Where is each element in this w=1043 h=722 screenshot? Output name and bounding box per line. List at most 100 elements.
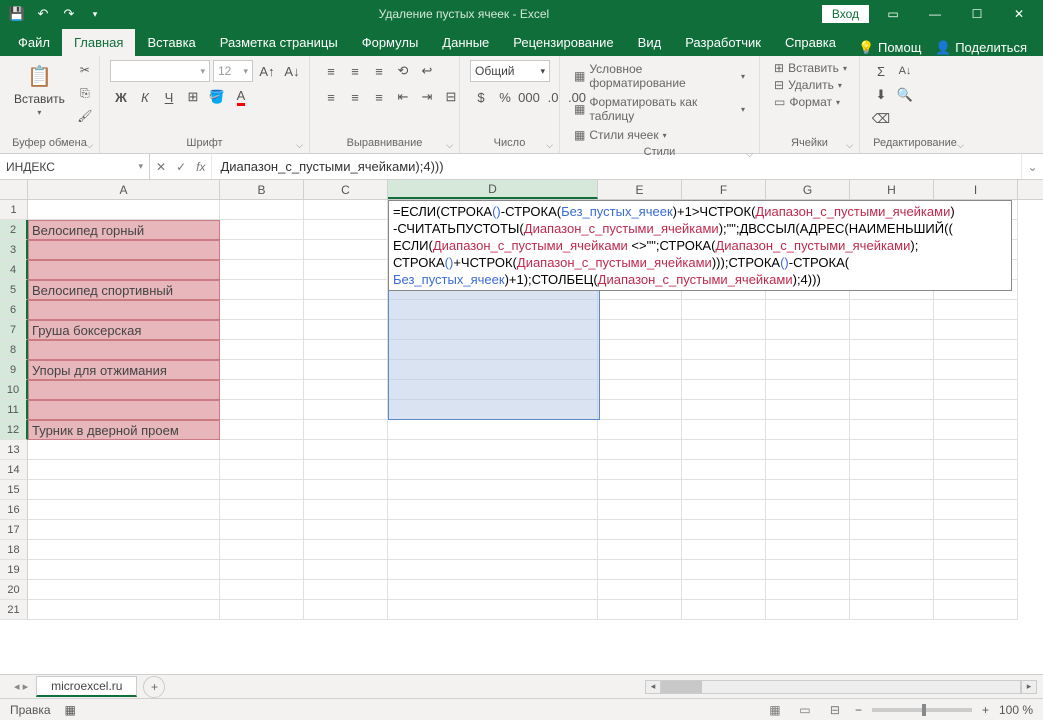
row-header[interactable]: 9	[0, 360, 28, 380]
cell[interactable]	[682, 420, 766, 440]
ribbon-tab-вид[interactable]: Вид	[626, 29, 674, 56]
col-header-I[interactable]: I	[934, 180, 1018, 199]
cell[interactable]	[850, 380, 934, 400]
cell[interactable]	[28, 380, 220, 400]
cell[interactable]	[28, 400, 220, 420]
cell[interactable]	[850, 460, 934, 480]
cell[interactable]	[850, 340, 934, 360]
col-header-C[interactable]: C	[304, 180, 388, 199]
align-middle-icon[interactable]: ≡	[344, 60, 366, 82]
cell[interactable]	[220, 300, 304, 320]
cell[interactable]	[388, 420, 598, 440]
row-header[interactable]: 6	[0, 300, 28, 320]
row-header[interactable]: 18	[0, 540, 28, 560]
cell[interactable]	[598, 440, 682, 460]
cell[interactable]	[388, 360, 598, 380]
cell[interactable]	[388, 560, 598, 580]
cell[interactable]	[220, 280, 304, 300]
cell[interactable]	[766, 380, 850, 400]
cell[interactable]	[220, 480, 304, 500]
font-name-select[interactable]: ▾	[110, 60, 210, 82]
formula-overlay[interactable]: =ЕСЛИ(СТРОКА()-СТРОКА(Без_пустых_ячеек)+…	[388, 200, 1012, 291]
font-size-select[interactable]: 12▾	[213, 60, 253, 82]
cell[interactable]	[934, 340, 1018, 360]
sheet-tab[interactable]: microexcel.ru	[36, 676, 137, 697]
cell[interactable]	[304, 240, 388, 260]
cell[interactable]	[766, 580, 850, 600]
cell[interactable]	[598, 460, 682, 480]
row-header[interactable]: 7	[0, 320, 28, 340]
zoom-level[interactable]: 100 %	[999, 703, 1033, 717]
autosum-icon[interactable]: Σ	[870, 60, 892, 82]
cell[interactable]	[28, 540, 220, 560]
cell[interactable]	[682, 600, 766, 620]
cell[interactable]	[220, 420, 304, 440]
cell[interactable]	[28, 200, 220, 220]
cell[interactable]	[304, 540, 388, 560]
zoom-out-icon[interactable]: −	[855, 703, 862, 717]
col-header-E[interactable]: E	[598, 180, 682, 199]
cell[interactable]	[850, 500, 934, 520]
delete-cells-button[interactable]: ⊟Удалить▾	[770, 77, 846, 93]
cell[interactable]	[598, 320, 682, 340]
cell[interactable]	[28, 460, 220, 480]
undo-icon[interactable]: ↶	[32, 3, 54, 25]
cell[interactable]	[850, 560, 934, 580]
cell[interactable]	[598, 560, 682, 580]
cell[interactable]	[28, 580, 220, 600]
row-header[interactable]: 19	[0, 560, 28, 580]
cell[interactable]	[388, 340, 598, 360]
minimize-icon[interactable]: —	[917, 3, 953, 25]
cell[interactable]	[934, 540, 1018, 560]
increase-indent-icon[interactable]: ⇥	[416, 86, 438, 108]
cell[interactable]	[304, 220, 388, 240]
cell[interactable]	[766, 540, 850, 560]
row-header[interactable]: 1	[0, 200, 28, 220]
cell[interactable]	[850, 580, 934, 600]
cell[interactable]	[304, 320, 388, 340]
cell[interactable]: Велосипед спортивный	[28, 280, 220, 300]
cell[interactable]	[682, 380, 766, 400]
cell[interactable]	[28, 480, 220, 500]
cell[interactable]	[304, 600, 388, 620]
cell[interactable]	[388, 380, 598, 400]
cell[interactable]	[388, 400, 598, 420]
cell[interactable]	[388, 300, 598, 320]
expand-formula-icon[interactable]: ⌄	[1021, 154, 1043, 179]
cell[interactable]	[388, 480, 598, 500]
ribbon-tab-разметка страницы[interactable]: Разметка страницы	[208, 29, 350, 56]
cancel-formula-icon[interactable]: ✕	[156, 160, 166, 174]
cell[interactable]	[220, 220, 304, 240]
cell[interactable]	[598, 360, 682, 380]
cell[interactable]	[934, 400, 1018, 420]
cell[interactable]	[850, 540, 934, 560]
cell[interactable]	[28, 600, 220, 620]
cell[interactable]	[220, 560, 304, 580]
cell[interactable]: Упоры для отжимания	[28, 360, 220, 380]
align-top-icon[interactable]: ≡	[320, 60, 342, 82]
cell[interactable]	[934, 600, 1018, 620]
cell[interactable]	[682, 300, 766, 320]
cell[interactable]	[934, 500, 1018, 520]
cell[interactable]	[682, 560, 766, 580]
row-header[interactable]: 10	[0, 380, 28, 400]
cell[interactable]	[934, 440, 1018, 460]
sort-filter-icon[interactable]: A↓	[894, 60, 916, 82]
row-header[interactable]: 2	[0, 220, 28, 240]
cell[interactable]	[682, 400, 766, 420]
paste-button[interactable]: 📋 Вставить ▾	[10, 60, 69, 119]
align-left-icon[interactable]: ≡	[320, 86, 342, 108]
cell[interactable]	[220, 360, 304, 380]
cell[interactable]	[304, 520, 388, 540]
cell[interactable]	[304, 460, 388, 480]
cell[interactable]	[28, 440, 220, 460]
ribbon-tab-справка[interactable]: Справка	[773, 29, 848, 56]
row-header[interactable]: 15	[0, 480, 28, 500]
cell[interactable]	[766, 320, 850, 340]
ribbon-tab-файл[interactable]: Файл	[6, 29, 62, 56]
cell[interactable]	[766, 460, 850, 480]
sheet-nav[interactable]: ◂ ▸	[6, 680, 36, 693]
cell[interactable]	[304, 300, 388, 320]
cell[interactable]	[388, 320, 598, 340]
row-header[interactable]: 11	[0, 400, 28, 420]
